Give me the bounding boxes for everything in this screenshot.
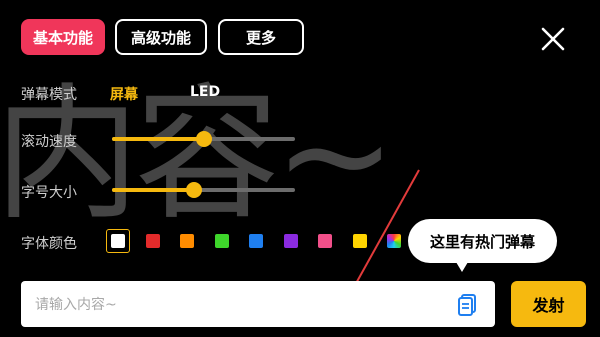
danmaku-input[interactable]: [33, 281, 437, 329]
tooltip-tail: [456, 262, 468, 272]
close-icon: [541, 27, 565, 51]
color-swatch-fill: [180, 234, 194, 248]
color-swatch[interactable]: [175, 229, 199, 253]
speed-slider-fill: [112, 137, 204, 141]
font-size-label: 字号大小: [21, 185, 77, 201]
speed-slider-knob[interactable]: [195, 131, 212, 147]
speed-label: 滚动速度: [21, 134, 77, 150]
color-swatch-fill: [283, 234, 298, 248]
color-swatch[interactable]: [313, 229, 337, 253]
color-swatch[interactable]: [141, 229, 165, 253]
color-swatch-fill: [214, 234, 229, 248]
color-swatch-fill: [318, 234, 332, 248]
color-swatch[interactable]: [382, 229, 406, 253]
danmaku-input-box: [21, 281, 495, 329]
tab-advanced[interactable]: 高级功能: [115, 19, 207, 55]
color-swatch-fill: [111, 234, 125, 248]
tab-basic[interactable]: 基本功能: [21, 19, 105, 55]
hot-danmaku-tooltip[interactable]: 这里有热门弹幕: [408, 219, 557, 263]
color-swatch-fill: [145, 234, 160, 248]
font-size-slider-knob[interactable]: [186, 182, 203, 198]
hot-danmaku-button[interactable]: [457, 293, 479, 317]
color-swatch-fill: [352, 234, 367, 248]
send-button[interactable]: 发射: [511, 281, 586, 327]
tab-more[interactable]: 更多: [218, 19, 304, 55]
color-swatch-fill: [249, 234, 263, 248]
color-swatch[interactable]: [106, 229, 130, 253]
color-swatch[interactable]: [348, 229, 372, 253]
color-swatch[interactable]: [244, 229, 268, 253]
close-button[interactable]: [540, 26, 566, 52]
color-swatch[interactable]: [210, 229, 234, 253]
speed-slider[interactable]: [112, 131, 295, 147]
mode-label: 弹幕模式: [21, 87, 77, 103]
font-size-slider[interactable]: [112, 182, 295, 198]
color-swatch[interactable]: [279, 229, 303, 253]
mode-option-led[interactable]: LED: [190, 84, 220, 100]
danmaku-list-icon: [458, 294, 476, 316]
font-size-slider-fill: [112, 188, 195, 192]
font-color-label: 字体颜色: [21, 236, 77, 252]
mode-option-screen[interactable]: 屏幕: [110, 84, 138, 104]
color-swatch-fill: [387, 234, 401, 248]
